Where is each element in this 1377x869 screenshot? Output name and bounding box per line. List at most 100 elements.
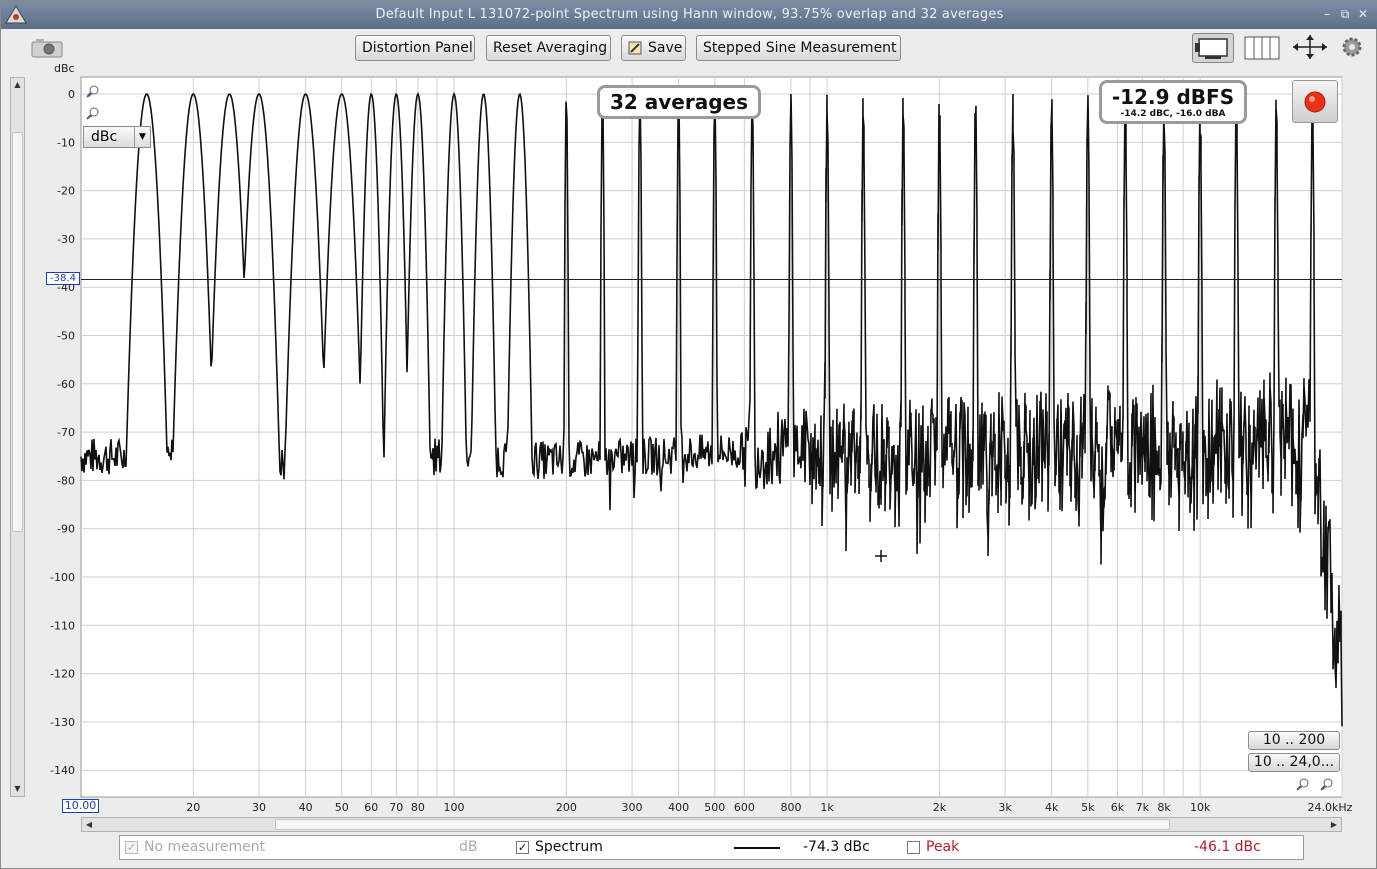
y-tick-label: -20 (57, 185, 75, 198)
save-icon (628, 41, 642, 55)
toolbar: Distortion Panel Reset Averaging Save St… (1, 29, 1377, 65)
level-sub: -14.2 dBC, -16.0 dBA (1120, 109, 1226, 119)
y-tick-label: -60 (57, 378, 75, 391)
gear-icon (1342, 37, 1362, 57)
legend-bar: ✓ No measurement dB ✓ Spectrum -74.3 dBc… (119, 835, 1304, 860)
no-measurement-unit: dB (459, 839, 478, 855)
svg-text:−: − (87, 113, 93, 120)
spectrum-line-swatch (734, 847, 780, 849)
x-tick-label: 800 (780, 801, 801, 814)
x-axis: 20 30 40 50 60 70 80 100 200 300 400 500 600 800 1k 2k 3… (186, 801, 1352, 814)
x-tick-label: 20 (186, 801, 200, 814)
y-tick-label: -50 (57, 330, 75, 343)
layout-toggle-button[interactable] (1192, 33, 1234, 63)
x-tick-label: 60 (364, 801, 378, 814)
x-tick-label: 80 (411, 801, 425, 814)
save-button[interactable]: Save (621, 35, 686, 61)
minimize-icon[interactable]: – (1319, 6, 1335, 22)
level-readout: -12.9 dBFS -14.2 dBC, -16.0 dBA (1099, 80, 1247, 124)
x-tick-label: 7k (1136, 801, 1150, 814)
record-button[interactable] (1292, 80, 1338, 123)
x-start-field[interactable]: 10.00 (62, 799, 99, 813)
unit-select-value: dBc (91, 129, 118, 145)
maximize-icon[interactable]: ⧉ (1337, 6, 1353, 22)
close-icon[interactable]: ✕ (1355, 6, 1371, 22)
y-tick-label: -110 (50, 619, 75, 632)
y-tick-label: -80 (57, 474, 75, 487)
x-tick-label: 30 (252, 801, 266, 814)
settings-button[interactable] (1340, 33, 1364, 63)
x-tick-label: 300 (622, 801, 643, 814)
x-tick-label: 40 (299, 801, 313, 814)
scroll-right-icon[interactable]: ▶ (1327, 818, 1341, 831)
range-10-200-button[interactable]: 10 .. 200 (1248, 731, 1340, 750)
x-tick-label: 400 (668, 801, 689, 814)
fit-axes-button[interactable] (1291, 33, 1329, 63)
spectrum-label: Spectrum (535, 839, 603, 855)
move-arrows-icon (1293, 35, 1327, 59)
cursor-level-marker[interactable]: -38.4 (46, 272, 80, 286)
x-tick-label: 70 (389, 801, 403, 814)
screenshot-button[interactable] (31, 37, 63, 59)
x-tick-label: 24.0kHz (1308, 801, 1353, 814)
zoom-out-y-icon[interactable]: − (86, 105, 100, 121)
y-axis: 0-10-20-30-40-50-60-70-80-90-100-110-120… (50, 88, 75, 777)
distortion-panel-button[interactable]: Distortion Panel (355, 35, 475, 61)
columns-icon (1244, 36, 1280, 60)
columns-button[interactable] (1243, 33, 1281, 63)
y-tick-label: 0 (68, 88, 75, 101)
svg-text:−: − (1297, 784, 1303, 791)
record-icon (1304, 91, 1326, 113)
chevron-down-icon: ▼ (134, 127, 150, 147)
window-title: Default Input L 131072-point Spectrum us… (375, 7, 1004, 22)
peak-value: -46.1 dBc (1194, 839, 1261, 855)
monitor-icon (1195, 38, 1228, 59)
x-tick-label: 6k (1111, 801, 1125, 814)
x-tick-label: 200 (556, 801, 577, 814)
zoom-out-x-icon[interactable]: − (1296, 776, 1310, 792)
y-tick-label: -30 (57, 233, 75, 246)
unit-select[interactable]: dBc ▼ (83, 126, 151, 148)
zoom-in-x-icon[interactable]: + (1320, 776, 1334, 792)
averages-badge: 32 averages (597, 85, 761, 119)
app-window: Default Input L 131072-point Spectrum us… (0, 0, 1377, 869)
peak-label: Peak (926, 839, 960, 855)
level-main: -12.9 dBFS (1111, 85, 1235, 109)
y-tick-label: -70 (57, 426, 75, 439)
svg-text:+: + (1321, 784, 1327, 791)
save-label: Save (648, 40, 683, 56)
x-tick-label: 50 (335, 801, 349, 814)
averages-text: 32 averages (609, 90, 749, 114)
x-tick-label: 100 (444, 801, 465, 814)
x-tick-label: 4k (1045, 801, 1059, 814)
horizontal-scroll-thumb[interactable] (275, 819, 1170, 830)
y-tick-label: -100 (50, 571, 75, 584)
x-tick-label: 2k (933, 801, 947, 814)
x-tick-label: 8k (1157, 801, 1171, 814)
x-tick-label: 600 (734, 801, 755, 814)
x-tick-label: 1k (820, 801, 834, 814)
title-bar[interactable]: Default Input L 131072-point Spectrum us… (1, 1, 1377, 29)
scroll-left-icon[interactable]: ◀ (82, 818, 96, 831)
y-tick-label: -90 (57, 523, 75, 536)
no-measurement-checkbox: ✓ (125, 841, 138, 854)
spectrum-checkbox[interactable]: ✓ (516, 841, 529, 854)
zoom-in-y-icon[interactable]: + (86, 83, 100, 99)
range-10-24k-button[interactable]: 10 .. 24,0... (1248, 753, 1340, 772)
y-tick-label: -140 (50, 764, 75, 777)
no-measurement-label: No measurement (144, 839, 266, 855)
spectrum-chart[interactable]: 0-10-20-30-40-50-60-70-80-90-100-110-120… (1, 65, 1377, 817)
camera-icon (31, 39, 63, 58)
peak-checkbox[interactable] (907, 841, 920, 854)
spectrum-value: -74.3 dBc (803, 839, 870, 855)
y-tick-label: -130 (50, 716, 75, 729)
x-tick-label: 500 (704, 801, 725, 814)
horizontal-scrollbar[interactable]: ◀ ▶ (81, 817, 1342, 832)
svg-text:+: + (87, 91, 93, 98)
y-tick-label: -120 (50, 668, 75, 681)
x-tick-label: 5k (1081, 801, 1095, 814)
x-tick-label: 10k (1190, 801, 1211, 814)
x-tick-label: 3k (998, 801, 1012, 814)
stepped-sine-button[interactable]: Stepped Sine Measurement (696, 35, 901, 61)
reset-averaging-button[interactable]: Reset Averaging (486, 35, 611, 61)
